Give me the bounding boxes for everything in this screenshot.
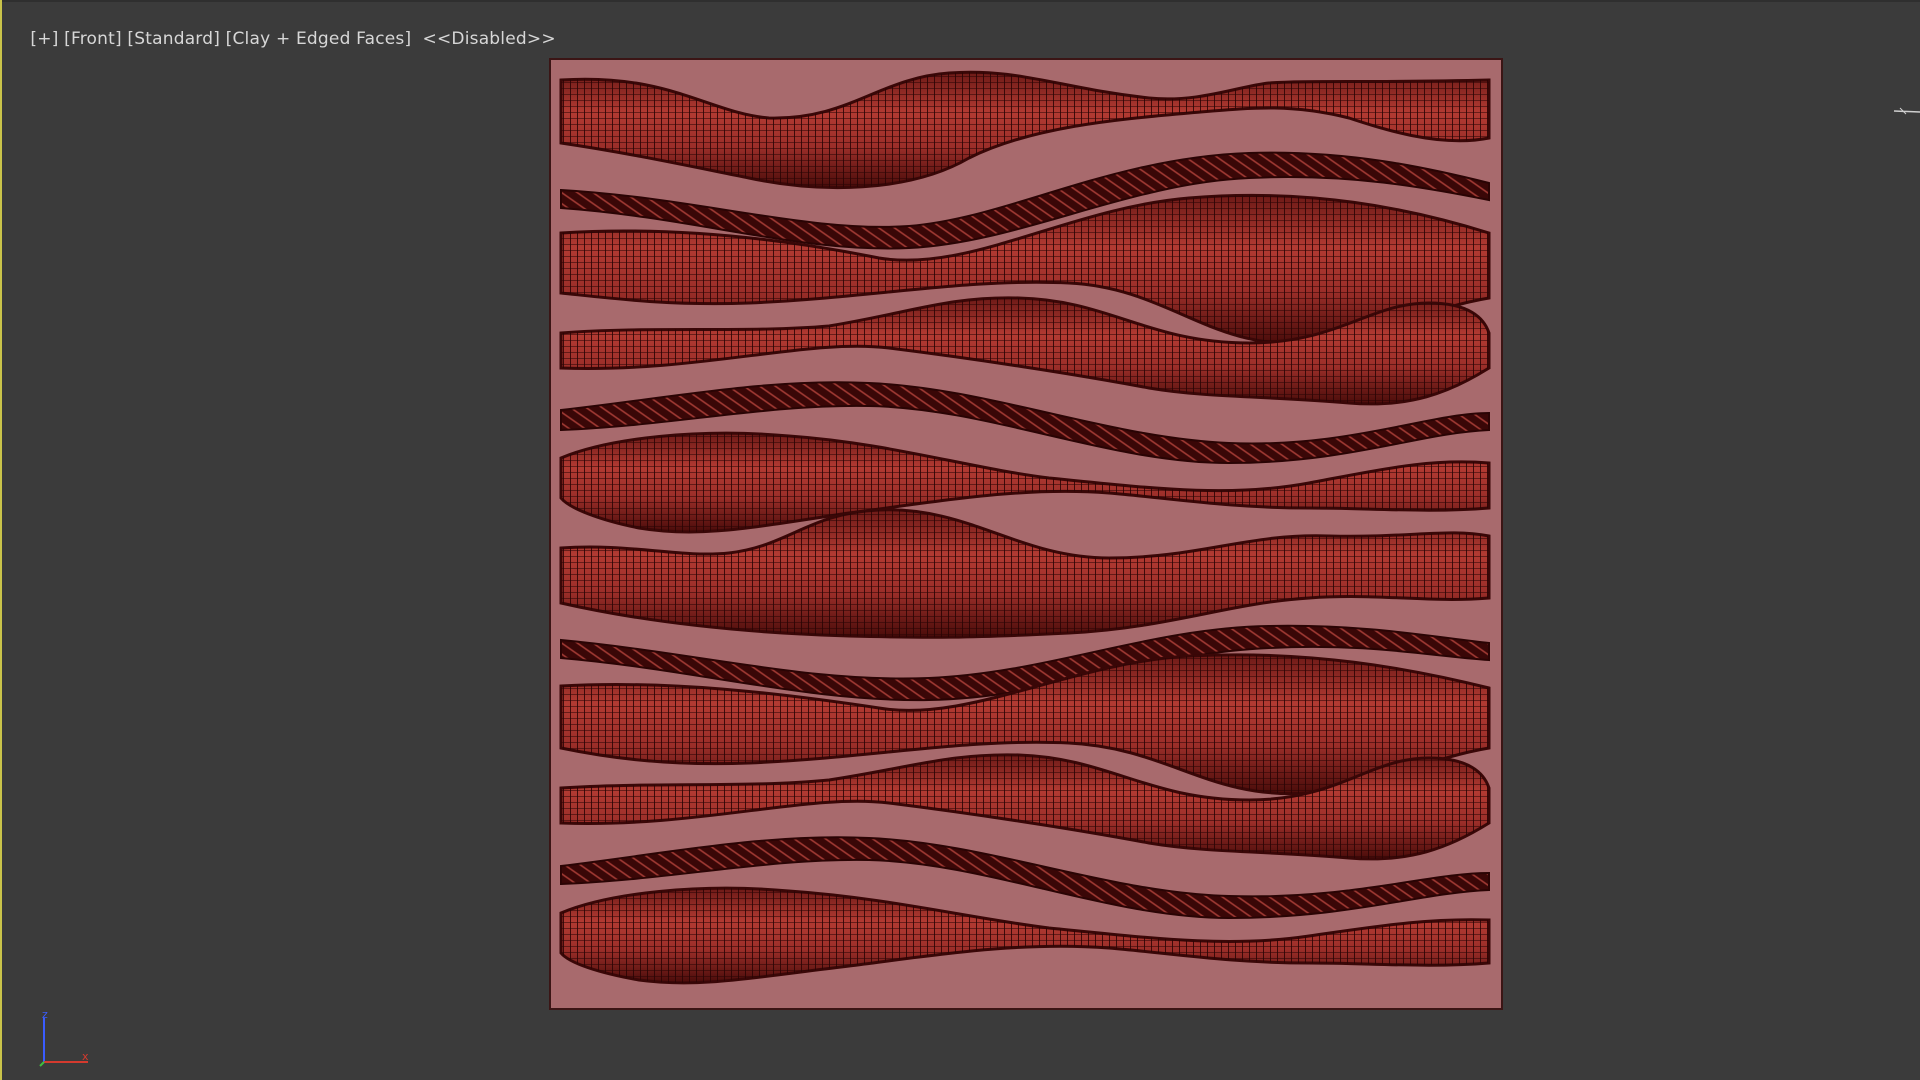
viewport-disabled-status[interactable]: <<Disabled>> <box>423 29 556 49</box>
viewport-label-menu: [+] [Front] [Standard] [Clay + Edged Fac… <box>8 9 556 69</box>
front-viewport[interactable]: [+] [Front] [Standard] [Clay + Edged Fac… <box>0 0 1920 1080</box>
viewport-plus-menu[interactable]: [+] <box>30 29 58 49</box>
axis-x-label: x <box>82 1050 89 1063</box>
viewcube-edge-icon[interactable] <box>1890 104 1920 118</box>
viewport-point-of-view-menu[interactable]: [Front] <box>64 29 122 49</box>
axis-z-label: z <box>42 1010 48 1021</box>
wave-panel-model[interactable] <box>549 58 1503 1010</box>
axis-tripod-icon: z x <box>39 1010 89 1067</box>
viewport-visual-style-menu[interactable]: [Clay + Edged Faces] <box>226 29 412 49</box>
viewport-shading-preset-menu[interactable]: [Standard] <box>127 29 220 49</box>
